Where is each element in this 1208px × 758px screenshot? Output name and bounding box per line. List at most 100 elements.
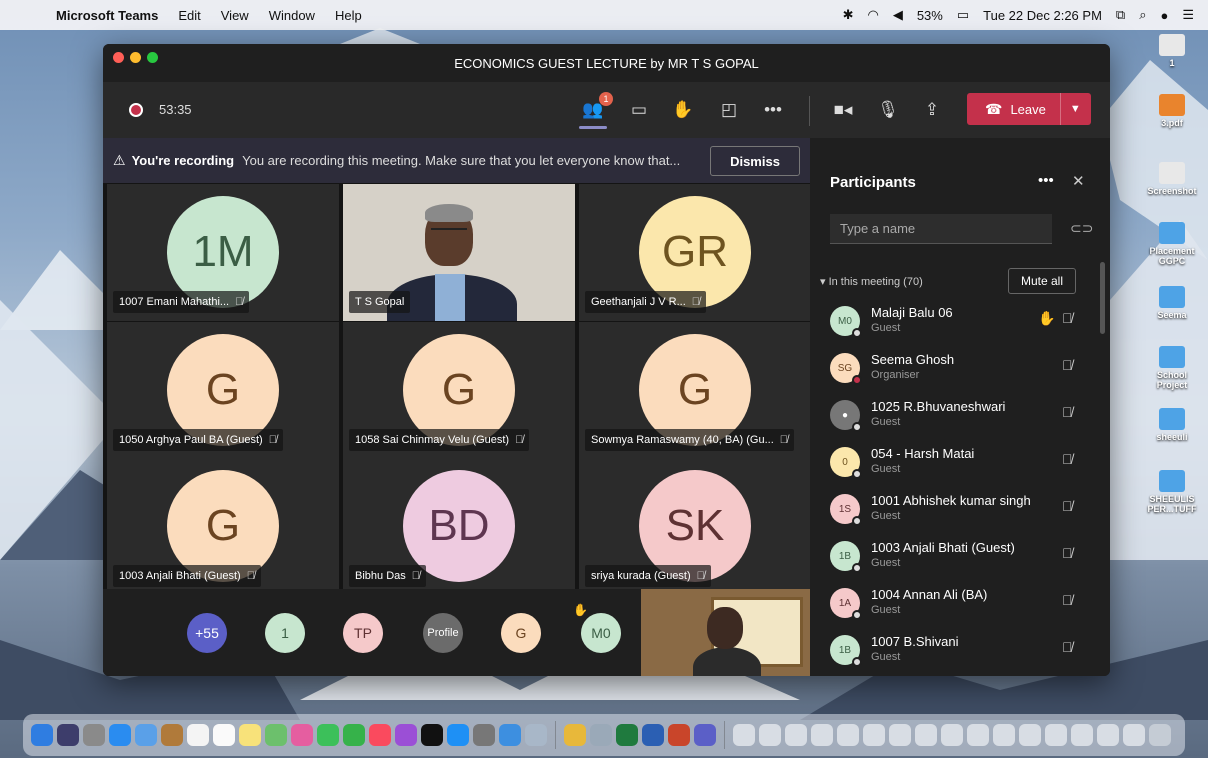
launchpad-icon[interactable] [83, 724, 105, 746]
desktop-icon-placement[interactable]: Placement GGPC [1142, 222, 1202, 266]
minimized-window-thumbnail[interactable] [1071, 724, 1093, 746]
teams-icon[interactable] [694, 724, 716, 746]
strip-avatar[interactable]: 1 [265, 613, 305, 653]
word-icon[interactable] [642, 724, 664, 746]
desktop-icon-screenshot[interactable]: Screenshot [1142, 162, 1202, 196]
chrome-icon[interactable] [564, 724, 586, 746]
mute-all-button[interactable]: Mute all [1008, 268, 1076, 294]
spotlight-search-icon[interactable]: ⌕ [1139, 7, 1146, 23]
participant-list-item[interactable]: 0 054 - Harsh Matai Guest 🎙̸ [830, 443, 1084, 490]
wifi-icon[interactable]: ◠ [867, 7, 878, 23]
minimized-window-thumbnail[interactable] [1045, 724, 1067, 746]
podcasts-icon[interactable] [395, 724, 417, 746]
minimized-window-thumbnail[interactable] [1019, 724, 1041, 746]
excel-icon[interactable] [616, 724, 638, 746]
desktop-icon-sheeulis-per-stuff[interactable]: SHEEULIS PER...TUFF [1142, 470, 1202, 514]
minimized-window-thumbnail[interactable] [967, 724, 989, 746]
show-participants-button[interactable]: 👥 1 [581, 92, 613, 122]
menu-view[interactable]: View [221, 8, 249, 23]
minimized-window-thumbnail[interactable] [941, 724, 963, 746]
image-capture-icon[interactable] [590, 724, 612, 746]
share-invite-link-icon[interactable]: ⊂⊃ [1070, 220, 1093, 237]
desktop-icon-pdf[interactable]: 3.pdf [1142, 94, 1202, 128]
panel-more-options-icon[interactable]: ••• [1038, 172, 1054, 189]
participant-tile[interactable]: G Sowmya Ramaswamy (40, BA) (Gu... 🎙̸ [579, 322, 811, 459]
strip-avatar[interactable]: M0 [581, 613, 621, 653]
maps-icon[interactable] [265, 724, 287, 746]
zoom-window-button[interactable] [147, 52, 158, 63]
participant-list-item[interactable]: 1A 1004 Annan Ali (BA) Guest 🎙̸ [830, 584, 1084, 631]
calendar-icon[interactable] [187, 724, 209, 746]
bluetooth-icon[interactable]: ✱ [843, 7, 854, 23]
participant-list-item[interactable]: 1S 1001 Abhishek kumar singh Guest 🎙̸ [830, 490, 1084, 537]
menu-edit[interactable]: Edit [178, 8, 200, 23]
music-icon[interactable] [369, 724, 391, 746]
close-window-button[interactable] [113, 52, 124, 63]
minimized-window-thumbnail[interactable] [993, 724, 1015, 746]
more-participants-button[interactable]: +55 [187, 613, 227, 653]
camera-toggle-button[interactable]: ■◂ [831, 98, 855, 122]
minimized-window-thumbnail[interactable] [811, 724, 833, 746]
minimized-window-thumbnail[interactable] [1123, 724, 1145, 746]
facetime-icon[interactable] [343, 724, 365, 746]
siri-icon[interactable] [57, 724, 79, 746]
minimized-window-thumbnail[interactable] [733, 724, 755, 746]
desktop-icon-seema[interactable]: Seema [1142, 286, 1202, 320]
minimized-window-thumbnail[interactable] [863, 724, 885, 746]
participant-tile[interactable]: G 1003 Anjali Bhati (Guest) 🎙̸ [107, 458, 339, 595]
volume-icon[interactable]: ◀︎ [893, 7, 903, 23]
reminders-icon[interactable] [213, 724, 235, 746]
mail-icon[interactable] [135, 724, 157, 746]
app-store-icon[interactable] [447, 724, 469, 746]
minimized-window-thumbnail[interactable] [785, 724, 807, 746]
strip-avatar[interactable]: G [501, 613, 541, 653]
show-chat-button[interactable]: ▭ [627, 98, 651, 122]
finder-icon[interactable] [31, 724, 53, 746]
share-content-button[interactable]: ⇪ [920, 98, 944, 122]
contacts-icon[interactable] [161, 724, 183, 746]
participant-list-item[interactable]: M0 Malaji Balu 06 Guest ✋ 🎙̸ [830, 302, 1084, 349]
more-actions-button[interactable]: ••• [761, 98, 785, 122]
powerpoint-icon[interactable] [668, 724, 690, 746]
participant-video-tile[interactable]: T S Gopal [343, 184, 575, 321]
xcode-icon[interactable] [499, 724, 521, 746]
participant-list-item[interactable]: ● 1025 R.Bhuvaneshwari Guest 🎙̸ [830, 396, 1084, 443]
in-meeting-section-header[interactable]: ▾ In this meeting (70) [820, 275, 923, 288]
menu-help[interactable]: Help [335, 8, 362, 23]
strip-avatar[interactable]: TP [343, 613, 383, 653]
chevron-down-icon[interactable]: ▼ [1070, 103, 1081, 115]
leave-button[interactable]: ☎ Leave ▼ [967, 93, 1091, 125]
panel-scrollbar[interactable] [1100, 262, 1105, 334]
desktop-icon-sheeuli[interactable]: sheeuli [1142, 408, 1202, 442]
self-video-preview[interactable] [641, 589, 810, 676]
participant-search-input[interactable] [830, 214, 1052, 244]
notification-center-icon[interactable]: ☰ [1182, 7, 1194, 23]
screen-mirror-icon[interactable]: ⧉ [1116, 7, 1125, 23]
minimized-window-thumbnail[interactable] [1097, 724, 1119, 746]
desktop-icon-1[interactable]: 1 [1142, 34, 1202, 68]
minimized-window-thumbnail[interactable] [889, 724, 911, 746]
siri-icon[interactable]: ● [1160, 8, 1168, 23]
messages-icon[interactable] [317, 724, 339, 746]
strip-avatar-profile[interactable]: Profile [423, 613, 463, 653]
close-icon[interactable]: ✕ [1072, 172, 1085, 190]
menu-app-name[interactable]: Microsoft Teams [56, 8, 158, 23]
safari-icon[interactable] [109, 724, 131, 746]
dismiss-button[interactable]: Dismiss [710, 146, 800, 176]
trash-icon[interactable] [1149, 724, 1171, 746]
system-preferences-icon[interactable] [473, 724, 495, 746]
participant-list-item[interactable]: 1B 1007 B.Shivani Guest 🎙̸ [830, 631, 1084, 676]
participant-tile[interactable]: BD Bibhu Das 🎙̸ [343, 458, 575, 595]
breakout-rooms-button[interactable]: ◰ [717, 98, 741, 122]
menu-window[interactable]: Window [269, 8, 315, 23]
desktop-icon-school-project[interactable]: School Project [1142, 346, 1202, 390]
participant-list-item[interactable]: SG Seema Ghosh Organiser 🎙̸ [830, 349, 1084, 396]
raise-hand-button[interactable]: ✋ [671, 98, 695, 122]
minimize-window-button[interactable] [130, 52, 141, 63]
participant-tile[interactable]: G 1058 Sai Chinmay Velu (Guest) 🎙̸ [343, 322, 575, 459]
battery-icon[interactable]: ▭ [957, 7, 969, 23]
minimized-window-thumbnail[interactable] [759, 724, 781, 746]
participant-tile[interactable]: SK sriya kurada (Guest) 🎙̸ [579, 458, 811, 595]
minimized-window-thumbnail[interactable] [837, 724, 859, 746]
preview-icon[interactable] [525, 724, 547, 746]
